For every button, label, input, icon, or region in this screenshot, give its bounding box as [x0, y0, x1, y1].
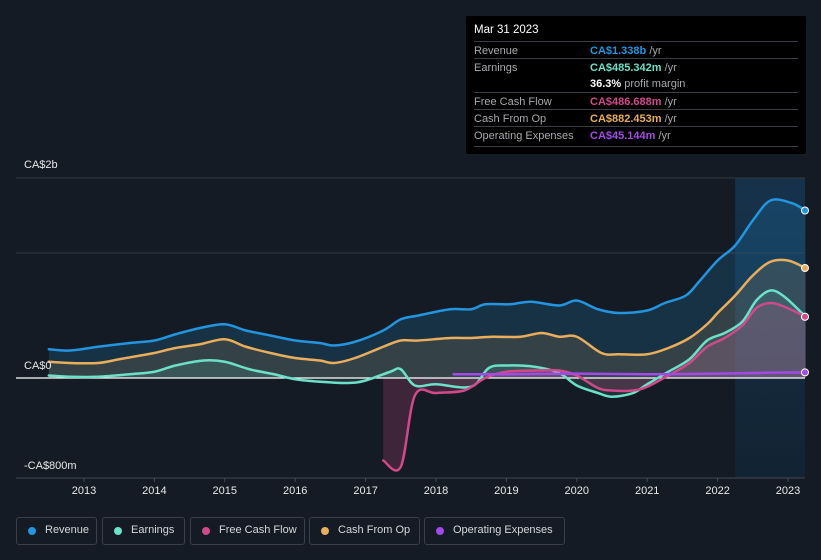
- tooltip-label: Revenue: [474, 45, 519, 57]
- tooltip-label: Free Cash Flow: [474, 96, 552, 108]
- tooltip-label: Earnings: [474, 62, 518, 74]
- x-tick-label: 2019: [494, 485, 518, 497]
- revenue-dot-icon: [28, 527, 36, 535]
- tooltip-row-opex: Operating Expenses CA$45.144m /yr: [474, 126, 798, 144]
- y-label-zero: CA$0: [24, 360, 52, 372]
- operating-expenses-end-marker: [801, 368, 809, 377]
- tooltip-value: CA$1.338b /yr: [590, 45, 662, 57]
- tooltip-value: CA$485.342m /yr: [590, 62, 677, 74]
- tooltip-row-margin: 36.3% profit margin: [474, 75, 798, 92]
- tooltip-value: CA$45.144m /yr: [590, 130, 671, 142]
- profit-margin: 36.3% profit margin: [590, 78, 686, 90]
- x-tick-label: 2020: [565, 485, 589, 497]
- x-tick-label: 2015: [213, 485, 237, 497]
- gridlines: [16, 177, 805, 254]
- tooltip-value: CA$486.688m /yr: [590, 96, 677, 108]
- earnings-dot-icon: [114, 527, 122, 535]
- y-label-bottom: -CA$800m: [24, 460, 77, 472]
- tooltip-row-cfo: Cash From Op CA$882.453m /yr: [474, 109, 798, 127]
- legend-revenue[interactable]: Revenue: [16, 517, 97, 545]
- tooltip-divider: [474, 146, 798, 147]
- x-tick-label: 2016: [283, 485, 307, 497]
- fcf-dot-icon: [202, 527, 210, 535]
- x-tick-label: 2013: [72, 485, 96, 497]
- tooltip-value: CA$882.453m /yr: [590, 113, 677, 125]
- x-tick-label: 2017: [353, 485, 377, 497]
- tooltip-row-fcf: Free Cash Flow CA$486.688m /yr: [474, 92, 798, 110]
- x-tick-label: 2014: [142, 485, 166, 497]
- y-label-top: CA$2b: [24, 159, 58, 171]
- tooltip-date: Mar 31 2023: [474, 24, 539, 36]
- tooltip-label: Operating Expenses: [474, 130, 574, 142]
- free-cash-flow-end-marker: [801, 312, 809, 321]
- tooltip: Mar 31 2023 Revenue CA$1.338b /yr Earnin…: [466, 16, 806, 154]
- tooltip-label: Cash From Op: [474, 113, 547, 125]
- x-tick-label: 2022: [705, 485, 729, 497]
- x-ticks: 2013 2014 2015 2016 2017 2018 2019 2020 2021 2022…: [72, 478, 800, 497]
- x-tick-label: 2023: [776, 485, 800, 497]
- cfo-dot-icon: [321, 527, 329, 535]
- tooltip-row-earnings: Earnings CA$485.342m /yr: [474, 58, 798, 76]
- opex-dot-icon: [436, 527, 444, 535]
- tooltip-row-revenue: Revenue CA$1.338b /yr: [474, 41, 798, 59]
- cash-from-op-end-marker: [801, 264, 809, 272]
- legend-earnings[interactable]: Earnings: [102, 517, 185, 545]
- x-tick-label: 2021: [635, 485, 659, 497]
- legend-free-cash-flow[interactable]: Free Cash Flow: [190, 517, 305, 545]
- legend-operating-expenses[interactable]: Operating Expenses: [424, 517, 565, 545]
- revenue-end-marker: [801, 206, 809, 215]
- legend-cash-from-op[interactable]: Cash From Op: [309, 517, 420, 545]
- x-tick-label: 2018: [424, 485, 448, 497]
